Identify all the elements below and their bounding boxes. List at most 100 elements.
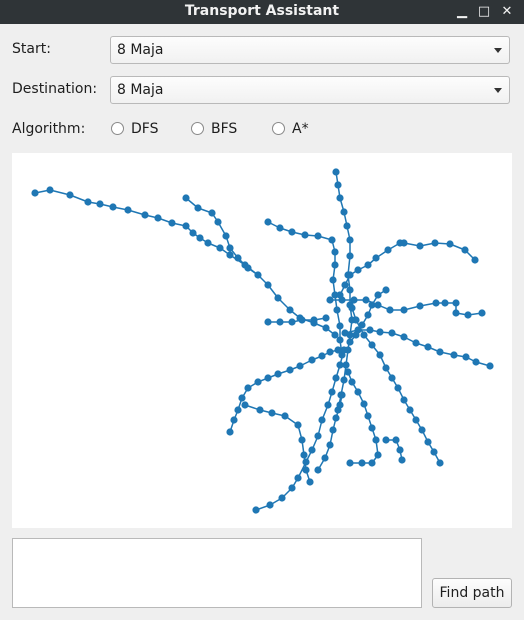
graph-node [264, 218, 272, 226]
graph-node [388, 374, 396, 382]
graph-node [154, 214, 162, 222]
minimize-button[interactable]: ▁ [452, 2, 472, 22]
graph-node [441, 299, 449, 307]
graph-node [450, 351, 458, 359]
graph-node [308, 446, 316, 454]
graph-node [46, 186, 54, 194]
graph-node [368, 301, 376, 309]
radio-button-icon[interactable] [111, 122, 124, 135]
graph-node [358, 321, 366, 329]
graph-node [214, 218, 222, 226]
graph-node [398, 456, 406, 464]
graph-node [452, 299, 460, 307]
graph-node [252, 506, 260, 514]
graph-node [326, 441, 334, 449]
graph-node [346, 271, 354, 279]
graph-node [326, 348, 334, 356]
start-select[interactable]: 8 Maja [110, 36, 510, 64]
graph-node [416, 302, 424, 310]
graph-node [431, 239, 439, 247]
graph-node [446, 240, 454, 248]
graph-node [464, 311, 472, 319]
radio-bfs-label: BFS [211, 121, 238, 137]
graph-node [124, 206, 132, 214]
graph-node [306, 478, 314, 486]
graph-node [334, 346, 342, 354]
graph-node [328, 388, 336, 396]
graph-node [374, 451, 382, 459]
graph-node [322, 314, 330, 322]
graph-node [343, 222, 351, 230]
graph-node [254, 271, 262, 279]
graph-node [354, 388, 362, 396]
graph-node [300, 451, 308, 459]
graph-node [222, 232, 230, 240]
graph-node [84, 198, 92, 206]
radio-dfs-label: DFS [131, 121, 159, 137]
graph-node [244, 384, 252, 392]
graph-node [296, 362, 304, 370]
graph-node [308, 356, 316, 364]
graph-node [318, 352, 326, 360]
graph-node [336, 336, 344, 344]
graph-node [318, 416, 326, 424]
graph-node [281, 412, 289, 420]
graph-node [341, 329, 349, 337]
find-path-button[interactable]: Find path [432, 578, 512, 608]
graph-node [226, 428, 234, 436]
maximize-button[interactable]: □ [474, 2, 494, 22]
graph-node [288, 318, 296, 326]
graph-node [274, 294, 282, 302]
graph-node [288, 484, 296, 492]
graph-node [332, 414, 340, 422]
graph-node [264, 374, 272, 382]
graph-node [360, 331, 368, 339]
graph-node [352, 331, 360, 339]
graph-node [268, 409, 276, 417]
graph-node [461, 246, 469, 254]
graph-node [368, 459, 376, 467]
start-select-value: 8 Maja [117, 42, 164, 58]
graph-node [354, 266, 362, 274]
graph-node [346, 236, 354, 244]
graph-node [436, 348, 444, 356]
graph-node [486, 362, 494, 370]
graph-node [329, 276, 337, 284]
graph-node [182, 194, 190, 202]
graph-node [264, 281, 272, 289]
graph-node [298, 436, 306, 444]
close-button[interactable]: ✕ [497, 2, 517, 22]
graph-node [430, 448, 438, 456]
graph-node [364, 412, 372, 420]
graph-node [302, 458, 310, 466]
graph-node [382, 364, 390, 372]
graph-node [350, 296, 358, 304]
graph-node [362, 296, 370, 304]
graph-node [204, 239, 212, 247]
destination-select[interactable]: 8 Maja [110, 76, 510, 104]
graph-node [400, 396, 408, 404]
window-title: Transport Assistant [184, 3, 340, 19]
graph-node [340, 208, 348, 216]
graph-node [288, 228, 296, 236]
graph-node [276, 318, 284, 326]
graph-node [321, 454, 329, 462]
radio-astar-label: A* [292, 121, 309, 137]
graph-node [400, 239, 408, 247]
graph-node [340, 376, 348, 384]
graph-node [234, 406, 242, 414]
radio-button-icon[interactable] [272, 122, 285, 135]
graph-node [472, 358, 480, 366]
network-graph [31, 168, 494, 514]
graph-node [368, 341, 376, 349]
graph-node [326, 296, 334, 304]
graph-node [96, 200, 104, 208]
graph-node [346, 338, 354, 346]
path-output[interactable] [12, 538, 422, 608]
graph-node [388, 329, 396, 337]
destination-label: Destination: [12, 81, 98, 97]
graph-node [348, 378, 356, 386]
graph-node [314, 232, 322, 240]
graph-node [452, 309, 460, 317]
radio-button-icon[interactable] [191, 122, 204, 135]
